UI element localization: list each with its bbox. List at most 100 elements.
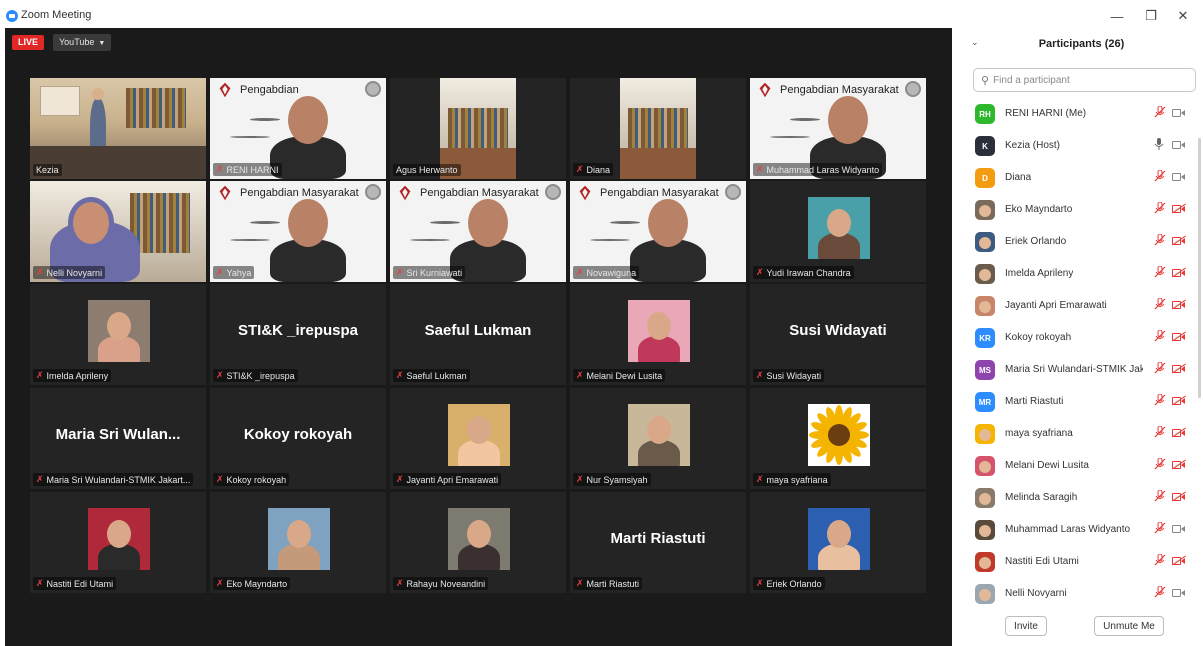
video-off-icon[interactable] [1172,331,1186,342]
video-camera-icon[interactable] [1172,171,1186,182]
video-tile[interactable]: ✗ Melani Dewi Lusita [570,284,746,385]
mic-muted-icon[interactable] [1154,393,1166,409]
video-tile[interactable]: Pengabdian Masyarakat ✗ Novawiguna [570,181,746,282]
mic-muted-icon[interactable] [1154,489,1166,505]
participant-row[interactable]: Muhammad Laras Widyanto [960,514,1203,546]
video-off-icon[interactable] [1172,555,1186,566]
video-off-icon[interactable] [1172,459,1186,470]
video-camera-icon[interactable] [1172,587,1186,598]
participant-search[interactable]: ⚲ [973,68,1196,92]
restore-icon[interactable]: ❐ [1136,6,1166,26]
participant-name: Novawiguna [586,267,637,278]
video-camera-icon[interactable] [1172,139,1186,150]
stream-target-dropdown[interactable]: YouTube ▼ [53,34,112,51]
mic-muted-icon[interactable] [1154,105,1166,121]
video-off-icon[interactable] [1172,267,1186,278]
profile-photo [88,508,150,570]
participant-face [648,199,688,247]
participant-list-name: Nastiti Edi Utami [1005,556,1079,567]
participant-row[interactable]: MR Marti Riastuti [960,386,1203,418]
mic-muted-icon[interactable] [1154,169,1166,185]
participant-name-tag: ✗ STI&K _irepuspa [213,369,298,382]
photo-face [827,209,851,237]
mic-muted-icon[interactable] [1154,585,1166,601]
avatar-photo [979,589,991,601]
video-off-icon[interactable] [1172,491,1186,502]
avatar [975,200,995,220]
video-off-icon[interactable] [1172,427,1186,438]
mic-muted-icon[interactable] [1154,201,1166,217]
video-tile[interactable]: ✗ Diana [570,78,746,179]
video-tile[interactable]: Maria Sri Wulan... ✗ Maria Sri Wulandari-S… [30,388,206,489]
participant-row[interactable]: Nastiti Edi Utami [960,546,1203,578]
video-off-icon[interactable] [1172,235,1186,246]
video-tile[interactable]: Saeful Lukman ✗ Saeful Lukman [390,284,566,385]
video-tile[interactable]: ✗ Eko Mayndarto [210,492,386,593]
video-off-icon[interactable] [1172,395,1186,406]
video-tile[interactable]: STI&K _irepuspa ✗ STI&K _irepuspa [210,284,386,385]
video-tile[interactable]: Kokoy rokoyah ✗ Kokoy rokoyah [210,388,386,489]
close-icon[interactable]: ✕ [1168,6,1198,26]
participant-row[interactable]: Jayanti Apri Emarawati [960,290,1203,322]
participant-row[interactable]: Nelli Novyarni [960,578,1203,610]
participant-row[interactable]: D Diana [960,162,1203,194]
video-tile[interactable]: Kezia [30,78,206,179]
participant-name-tag: ✗ Maria Sri Wulandari-STMIK Jakart... [33,473,194,486]
participant-row[interactable]: Eko Mayndarto [960,194,1203,226]
video-tile[interactable]: ✗ Rahayu Noveandini [390,492,566,593]
video-tile[interactable]: ✗ Yudi Irawan Chandra [750,181,926,282]
participant-row[interactable]: Imelda Aprileny [960,258,1203,290]
participant-row[interactable]: maya syafriana [960,418,1203,450]
mic-muted-icon[interactable] [1154,329,1166,345]
participant-row[interactable]: K Kezia (Host) [960,130,1203,162]
invite-button[interactable]: Invite [1005,616,1047,636]
video-tile[interactable]: Pengabdian ✗ RENI HARNI [210,78,386,179]
participant-search-input[interactable] [993,74,1184,86]
participant-row[interactable]: Eriek Orlando [960,226,1203,258]
mic-muted-icon[interactable] [1154,521,1166,537]
minimize-icon[interactable]: — [1102,6,1132,26]
participant-row[interactable]: Melinda Saragih [960,482,1203,514]
mic-muted-icon[interactable] [1154,233,1166,249]
unmute-me-button[interactable]: Unmute Me [1094,616,1164,636]
video-tile[interactable]: ✗ Nelli Novyarni [30,181,206,282]
video-tile[interactable]: Susi Widayati ✗ Susi Widayati [750,284,926,385]
video-off-icon[interactable] [1172,363,1186,374]
participant-row[interactable]: RH RENI HARNI (Me) [960,98,1203,130]
participant-row[interactable]: Melani Dewi Lusita [960,450,1203,482]
video-tile[interactable]: Pengabdian Masyarakat ✗ Muhammad Laras Wid… [750,78,926,179]
video-tile[interactable]: ✗ Nur Syamsiyah [570,388,746,489]
video-tile[interactable]: ✗ Jayanti Apri Emarawati [390,388,566,489]
participant-list-scrollbar[interactable] [1198,138,1201,398]
mic-muted-icon[interactable] [1154,425,1166,441]
avatar-photo [979,269,991,281]
participant-name-tag: Kezia [33,164,62,176]
video-tile[interactable]: ✗ Nastiti Edi Utami [30,492,206,593]
mic-muted-icon[interactable] [1154,457,1166,473]
live-badge[interactable]: LIVE [12,35,45,50]
avatar-initials: D [982,173,988,183]
video-tile[interactable]: ✗ Imelda Aprileny [30,284,206,385]
mic-muted-icon[interactable] [1154,553,1166,569]
video-off-icon[interactable] [1172,299,1186,310]
video-tile[interactable]: Marti Riastuti ✗ Marti Riastuti [570,492,746,593]
participant-list-name: Imelda Aprileny [1005,268,1074,279]
video-off-icon[interactable] [1172,203,1186,214]
mic-muted-icon: ✗ [216,164,224,174]
video-tile[interactable]: ✗ maya syafriana [750,388,926,489]
participant-row[interactable]: MS Maria Sri Wulandari-STMIK Jakar... [960,354,1203,386]
video-camera-icon[interactable] [1172,107,1186,118]
video-tile[interactable]: ✗ Eriek Orlando [750,492,926,593]
mic-muted-icon[interactable] [1154,297,1166,313]
video-tile[interactable]: Pengabdian Masyarakat ✗ Sri Kurniawati [390,181,566,282]
mic-muted-icon[interactable] [1154,265,1166,281]
mic-muted-icon[interactable] [1154,361,1166,377]
profile-photo [808,404,870,466]
participant-row[interactable]: KR Kokoy rokoyah [960,322,1203,354]
participant-name-tag: ✗ Novawiguna [573,266,640,279]
video-camera-icon[interactable] [1172,523,1186,534]
video-tile[interactable]: Pengabdian Masyarakat ✗ Yahya [210,181,386,282]
mic-icon[interactable] [1154,138,1164,153]
video-tile[interactable]: Agus Herwanto [390,78,566,179]
profile-photo [808,197,870,259]
